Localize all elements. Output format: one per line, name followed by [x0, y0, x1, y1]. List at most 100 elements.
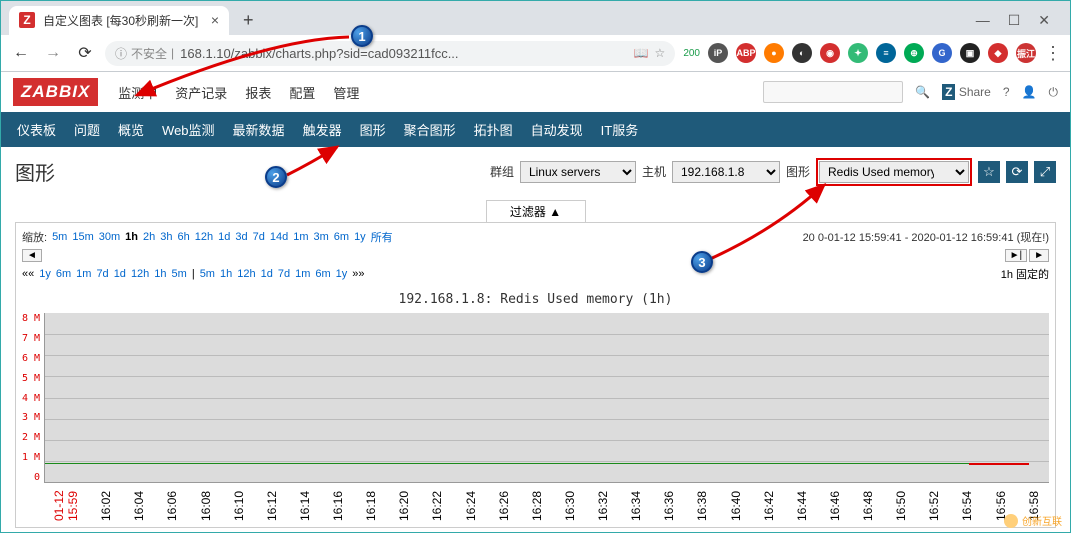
- search-input[interactable]: [763, 81, 903, 103]
- nav-prev-button[interactable]: ◄: [22, 249, 42, 262]
- zoom-1y[interactable]: 1y: [354, 231, 366, 243]
- nav-next-button-outer[interactable]: ►|: [1005, 249, 1028, 262]
- zabbix-header: ZABBIX 监测中 资产记录 报表 配置 管理 🔍 Z Share ? 👤 ⏻: [1, 72, 1070, 112]
- subnav-discovery[interactable]: 自动发现: [531, 120, 583, 139]
- zoom-6m[interactable]: 6m: [334, 231, 349, 243]
- zoom-7d[interactable]: 7d: [253, 231, 265, 243]
- zoom-1d[interactable]: 1d: [218, 231, 230, 243]
- ext-icon-4[interactable]: ◉: [820, 43, 840, 63]
- reload-button[interactable]: ⟳: [73, 41, 97, 65]
- shift-r-7d[interactable]: 7d: [278, 268, 290, 280]
- zoom-5m[interactable]: 5m: [52, 231, 67, 243]
- reader-icon[interactable]: 📖: [634, 46, 649, 60]
- zoom-3d[interactable]: 3d: [235, 231, 247, 243]
- shift-left-prefix: ««: [22, 268, 34, 280]
- zoom-30m[interactable]: 30m: [99, 231, 120, 243]
- zabbix-logo[interactable]: ZABBIX: [13, 78, 98, 106]
- host-select[interactable]: 192.168.1.8: [672, 161, 780, 183]
- shift-l-12h[interactable]: 12h: [131, 268, 149, 280]
- subnav-it-services[interactable]: IT服务: [601, 120, 639, 139]
- new-tab-button[interactable]: +: [235, 6, 262, 35]
- subnav-dashboard[interactable]: 仪表板: [17, 120, 56, 139]
- search-icon[interactable]: 🔍: [915, 85, 930, 99]
- zoom-3h[interactable]: 3h: [160, 231, 172, 243]
- ext-icon-1[interactable]: iP: [708, 43, 728, 63]
- ext-terminal-icon[interactable]: ▣: [960, 43, 980, 63]
- group-label: 群组: [490, 163, 514, 180]
- zoom-2h[interactable]: 2h: [143, 231, 155, 243]
- logout-icon[interactable]: ⏻: [1049, 85, 1059, 100]
- subnav-maps[interactable]: 拓扑图: [474, 120, 513, 139]
- page-header: 图形 群组 Linux servers 主机 192.168.1.8 图形 Re…: [1, 147, 1070, 196]
- shift-r-5m[interactable]: 5m: [200, 268, 215, 280]
- ext-badge[interactable]: 200: [683, 48, 700, 59]
- subnav-latest[interactable]: 最新数据: [233, 120, 285, 139]
- graph-select[interactable]: Redis Used memory: [819, 161, 969, 183]
- zoom-3m[interactable]: 3m: [314, 231, 329, 243]
- ext-icon-5[interactable]: ✦: [848, 43, 868, 63]
- bookmark-star-icon[interactable]: ☆: [655, 46, 666, 60]
- ext-icon-3[interactable]: ◐: [792, 43, 812, 63]
- ext-icon-6[interactable]: ≡: [876, 43, 896, 63]
- ext-icon-7[interactable]: ⊕: [904, 43, 924, 63]
- nav-inventory[interactable]: 资产记录: [175, 83, 227, 102]
- browser-tab[interactable]: Z 自定义图表 [每30秒刷新一次] ×: [9, 6, 229, 35]
- zoom-1h-active[interactable]: 1h: [125, 231, 138, 243]
- nav-admin[interactable]: 管理: [333, 83, 359, 102]
- ext-icon-2[interactable]: ●: [764, 43, 784, 63]
- shift-r-1y[interactable]: 1y: [336, 268, 348, 280]
- zoom-6h[interactable]: 6h: [178, 231, 190, 243]
- subnav-web[interactable]: Web监测: [162, 120, 215, 139]
- shift-l-1d[interactable]: 1d: [114, 268, 126, 280]
- zoom-14d[interactable]: 14d: [270, 231, 288, 243]
- host-label: 主机: [642, 163, 666, 180]
- share-link[interactable]: Z Share: [942, 85, 991, 99]
- security-indicator[interactable]: ⓘ 不安全 |: [115, 45, 174, 62]
- favorite-icon[interactable]: ☆: [978, 161, 1000, 183]
- subnav-screens[interactable]: 聚合图形: [404, 120, 456, 139]
- help-icon[interactable]: ?: [1003, 85, 1010, 99]
- nav-reports[interactable]: 报表: [245, 83, 271, 102]
- browser-menu-icon[interactable]: ⋮: [1044, 43, 1062, 64]
- shift-r-1d[interactable]: 1d: [261, 268, 273, 280]
- adblock-icon[interactable]: ABP: [736, 43, 756, 63]
- profile-avatar[interactable]: 振江: [1016, 43, 1036, 63]
- zoom-12h[interactable]: 12h: [195, 231, 213, 243]
- close-window-button[interactable]: ✕: [1038, 12, 1050, 29]
- shift-l-1y[interactable]: 1y: [39, 268, 51, 280]
- subnav-overview[interactable]: 概览: [118, 120, 144, 139]
- subnav-graphs[interactable]: 图形: [360, 120, 386, 139]
- ext-translate-icon[interactable]: G: [932, 43, 952, 63]
- shift-l-5m[interactable]: 5m: [172, 268, 187, 280]
- group-select[interactable]: Linux servers: [520, 161, 636, 183]
- chart-grid[interactable]: [44, 313, 1049, 483]
- shift-r-6m[interactable]: 6m: [315, 268, 330, 280]
- forward-button[interactable]: →: [41, 41, 65, 65]
- address-bar[interactable]: ⓘ 不安全 | 168.1.10/zabbix/charts.php?sid=c…: [105, 41, 675, 66]
- tab-close-icon[interactable]: ×: [211, 12, 219, 28]
- zoom-15m[interactable]: 15m: [72, 231, 93, 243]
- back-button[interactable]: ←: [9, 41, 33, 65]
- subnav-triggers[interactable]: 触发器: [303, 120, 342, 139]
- minimize-button[interactable]: —: [976, 12, 990, 29]
- shift-l-6m[interactable]: 6m: [56, 268, 71, 280]
- maximize-button[interactable]: ☐: [1008, 12, 1021, 29]
- shift-l-7d[interactable]: 7d: [96, 268, 108, 280]
- fullscreen-icon[interactable]: ⤢: [1034, 161, 1056, 183]
- nav-config[interactable]: 配置: [289, 83, 315, 102]
- subnav-problems[interactable]: 问题: [74, 120, 100, 139]
- refresh-icon[interactable]: ⟳: [1006, 161, 1028, 183]
- nav-next-button[interactable]: ►: [1029, 249, 1049, 262]
- shift-r-12h[interactable]: 12h: [237, 268, 255, 280]
- shift-l-1m[interactable]: 1m: [76, 268, 91, 280]
- ext-icon-8[interactable]: ◆: [988, 43, 1008, 63]
- shift-r-1m[interactable]: 1m: [295, 268, 310, 280]
- zoom-1m[interactable]: 1m: [293, 231, 308, 243]
- filter-toggle[interactable]: 过滤器 ▲: [486, 200, 586, 222]
- url-text: 168.1.10/zabbix/charts.php?sid=cad093211…: [180, 46, 458, 61]
- zoom-all[interactable]: 所有: [371, 229, 393, 245]
- nav-monitoring[interactable]: 监测中: [118, 83, 157, 102]
- shift-l-1h[interactable]: 1h: [154, 268, 166, 280]
- shift-r-1h[interactable]: 1h: [220, 268, 232, 280]
- user-icon[interactable]: 👤: [1022, 85, 1037, 99]
